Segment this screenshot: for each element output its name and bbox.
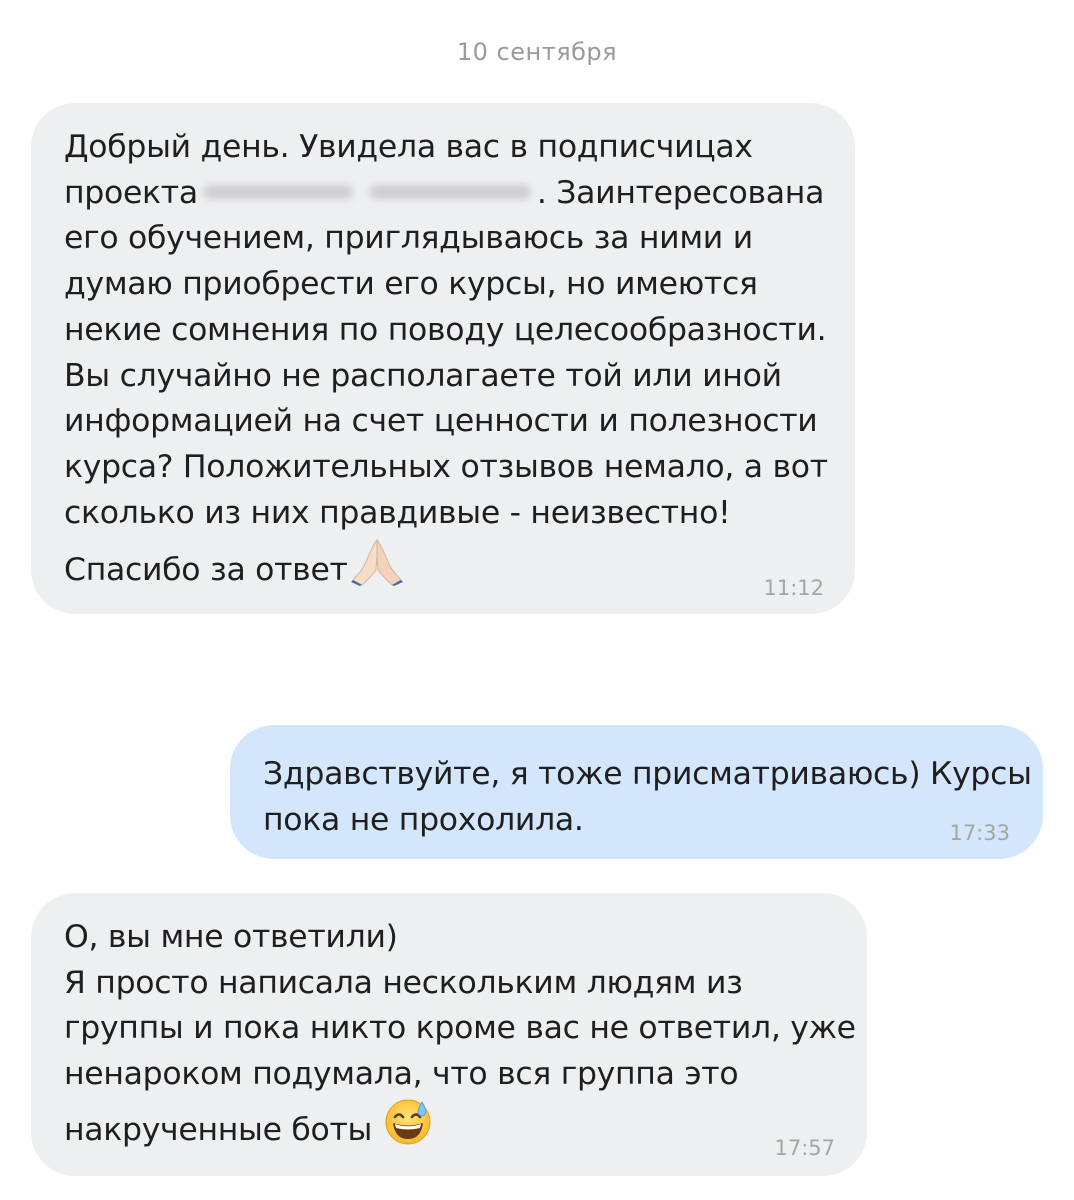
message-line: Вы случайно не располагаете той или иной [64, 357, 782, 394]
grinning-sweat-face-icon [384, 1098, 432, 1161]
incoming-message-bubble[interactable]: Добрый день. Увидела вас в подписчицах п… [31, 103, 855, 614]
message-line: Спасибо за ответ [64, 536, 828, 600]
message-line: проекта. Заинтересована [64, 174, 825, 211]
message-text: Добрый день. Увидела вас в подписчицах п… [64, 125, 828, 600]
message-timestamp: 11:12 [763, 576, 824, 600]
message-line: его обучением, приглядываюсь за ними и [64, 220, 753, 257]
outgoing-message-bubble[interactable]: Здравствуйте, я тоже присматриваюсь) Кур… [230, 725, 1043, 859]
message-line: курса? Положительных отзывов немало, а в… [64, 448, 828, 485]
message-line: сколько из них правдивые - неизвестно! [64, 494, 731, 531]
incoming-message-bubble[interactable]: О, вы мне ответили) Я просто написала не… [31, 893, 867, 1176]
folded-hands-icon [350, 536, 404, 600]
message-line: Я просто написала нескольким людям из [64, 964, 743, 1001]
message-line: группы и пока никто кроме вас не ответил… [64, 1010, 856, 1047]
message-text: О, вы мне ответили) Я просто написала не… [64, 915, 856, 1161]
message-text: Здравствуйте, я тоже присматриваюсь) Кур… [263, 752, 1032, 843]
message-line: думаю приобрести его курсы, но имеются [64, 266, 758, 303]
redacted-name [199, 179, 536, 205]
message-line: Здравствуйте, я тоже присматриваюсь) Кур… [263, 756, 1032, 792]
date-separator: 10 сентября [456, 38, 618, 66]
message-line: информацией на счет ценности и полезност… [64, 403, 818, 440]
message-line: Добрый день. Увидела вас в подписчицах [64, 129, 753, 165]
message-line: пока не прохолила. [263, 801, 584, 838]
message-line: ненароком подумала, что вся группа это [64, 1056, 739, 1093]
message-timestamp: 17:57 [774, 1136, 835, 1160]
message-line: О, вы мне ответили) [64, 919, 398, 955]
message-line: накрученные боты [64, 1098, 856, 1161]
message-timestamp: 17:33 [949, 821, 1010, 845]
message-line: некие сомнения по поводу целесообразност… [64, 311, 827, 348]
